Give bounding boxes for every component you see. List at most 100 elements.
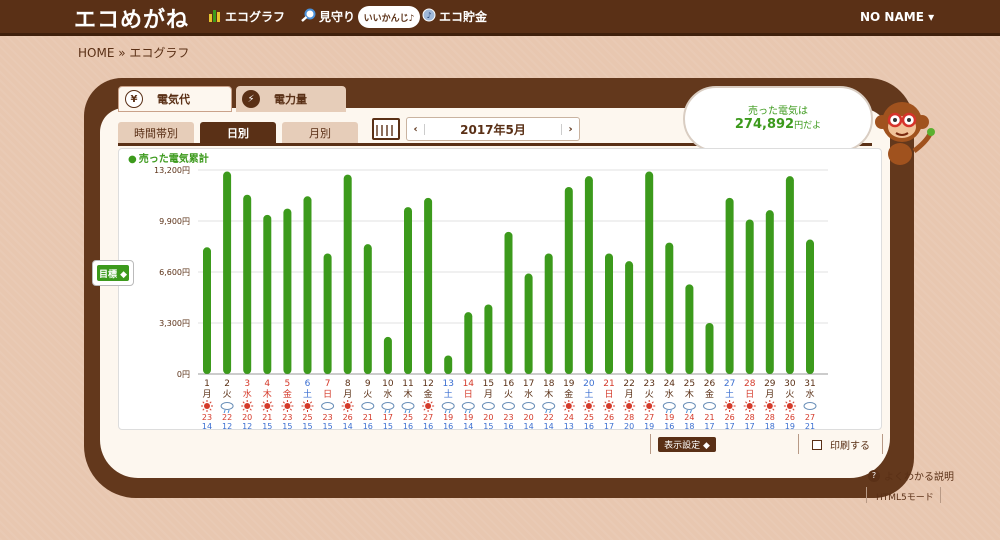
bar: [343, 174, 352, 374]
x-weekday-label: 火: [785, 389, 794, 400]
sun-ray: [289, 401, 292, 404]
sun-ray: [350, 408, 353, 411]
sun-ray: [624, 408, 627, 411]
user-menu[interactable]: NO NAME ▾: [860, 10, 934, 24]
low-temp: 17: [745, 422, 755, 430]
x-day-label: 10: [382, 379, 394, 389]
tab-electricity-cost[interactable]: ¥ 電気代: [118, 86, 232, 112]
x-day-label: 14: [463, 379, 475, 389]
cloud-icon: [502, 402, 515, 410]
high-temp: 21: [262, 413, 272, 422]
bar: [203, 247, 211, 374]
speech-cloud: 売った電気は 274,892円だよ: [683, 86, 873, 152]
sun-ray: [745, 401, 748, 404]
prev-month-button[interactable]: ‹: [407, 123, 425, 135]
sun-icon: [606, 403, 612, 409]
bar: [243, 194, 252, 374]
cloud-icon: [461, 402, 475, 410]
goal-button[interactable]: 目標 ◆: [92, 260, 134, 286]
sun-ray: [725, 401, 728, 404]
sun-ray: [611, 408, 614, 411]
x-weekday-label: 日: [323, 389, 332, 400]
sun-ray: [262, 408, 265, 411]
sun-ray: [209, 401, 212, 404]
low-temp: 18: [765, 422, 775, 430]
sun-icon: [344, 403, 351, 409]
sun-ray: [282, 408, 285, 411]
nav-eco-graph-label: エコグラフ: [225, 10, 286, 24]
print-button[interactable]: 印刷する: [812, 437, 870, 452]
app-logo[interactable]: エコめがね: [74, 2, 189, 34]
nav-eco-saving[interactable]: ♪ エコ貯金: [422, 8, 487, 25]
x-weekday-label: 水: [243, 388, 252, 400]
high-temp: 19: [664, 413, 674, 422]
high-temp: 25: [403, 413, 413, 422]
high-temp: 19: [463, 413, 473, 422]
sun-icon: [204, 403, 210, 409]
html5-mode-link[interactable]: HTML5モード: [876, 490, 934, 503]
cloud-icon: [522, 402, 536, 410]
sun-ray: [571, 401, 574, 404]
sun-icon: [244, 403, 251, 409]
sun-ray: [571, 408, 574, 411]
tab-hourly[interactable]: 時間帯別: [118, 122, 194, 144]
low-temp: 15: [483, 422, 493, 430]
x-weekday-label: 金: [424, 388, 433, 400]
sun-ray: [269, 408, 272, 411]
x-day-label: 12: [422, 379, 433, 389]
nav-watch-label: 見守り: [319, 10, 356, 24]
sun-icon: [425, 403, 432, 409]
x-day-label: 3: [244, 379, 250, 389]
sun-ray: [262, 401, 265, 404]
high-temp: 27: [644, 413, 654, 422]
sun-ray: [343, 401, 346, 404]
high-temp: 21: [704, 413, 714, 422]
sun-ray: [282, 401, 285, 404]
y-tick-label: 13,200円: [154, 166, 190, 175]
x-weekday-label: 月: [343, 389, 352, 400]
tab-electricity-amount[interactable]: ⚡ 電力量: [236, 86, 346, 112]
high-temp: 25: [302, 413, 312, 422]
nav-eco-graph[interactable]: エコグラフ: [208, 8, 285, 25]
status-bubble: いいかんじ♪: [358, 6, 420, 28]
sun-ray: [732, 401, 735, 404]
sun-ray: [564, 401, 567, 404]
low-temp: 21: [805, 422, 815, 430]
next-month-button[interactable]: ›: [561, 123, 579, 135]
tab-electricity-cost-label: 電気代: [157, 93, 190, 106]
tab-monthly[interactable]: 月別: [282, 122, 358, 144]
cloud-icon: [682, 402, 696, 410]
sun-icon: [565, 403, 572, 409]
x-day-label: 26: [704, 379, 716, 389]
tab-daily[interactable]: 日別: [200, 122, 276, 144]
bar-chart-icon: [208, 8, 222, 25]
x-weekday-label: 火: [645, 389, 654, 400]
bar: [745, 219, 754, 374]
y-tick-label: 0円: [177, 370, 190, 379]
current-month: 2017年5月: [460, 122, 526, 137]
high-temp: 28: [765, 413, 775, 422]
bar: [504, 231, 513, 374]
goal-button-label: 目標 ◆: [97, 265, 129, 281]
low-temp: 15: [383, 422, 393, 430]
bar: [484, 304, 493, 374]
sun-ray: [745, 408, 748, 411]
x-weekday-label: 金: [564, 388, 573, 400]
x-weekday-label: 土: [584, 388, 593, 400]
sun-ray: [631, 401, 634, 404]
display-settings-button[interactable]: 表示設定 ◆: [658, 437, 716, 452]
x-weekday-label: 水: [524, 388, 533, 400]
sun-ray: [604, 408, 607, 411]
divider: [798, 434, 799, 454]
cloud-icon: [220, 402, 234, 410]
nav-watch[interactable]: 見守り: [300, 8, 355, 25]
help-link[interactable]: ? よくわかる説明: [868, 468, 954, 483]
x-day-label: 18: [543, 379, 555, 389]
calendar-icon[interactable]: [372, 118, 400, 140]
sun-ray: [430, 401, 433, 404]
cloud-icon: [381, 402, 395, 410]
yen-icon: ¥: [125, 90, 143, 108]
high-temp: 23: [503, 413, 513, 422]
x-weekday-label: 土: [303, 388, 312, 400]
bar: [705, 323, 714, 374]
